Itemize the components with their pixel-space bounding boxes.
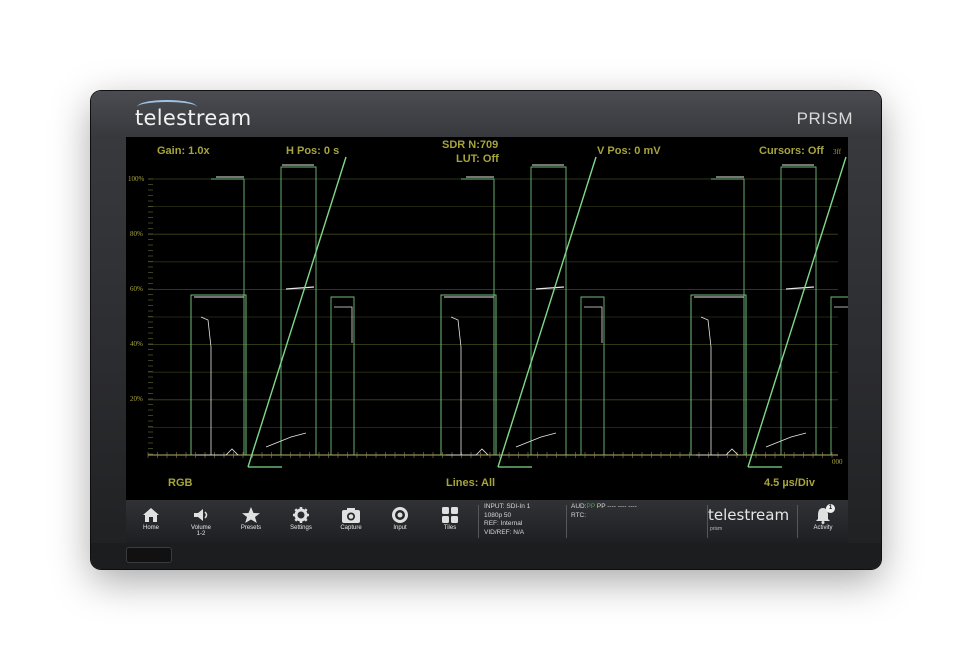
trace-white <box>196 448 239 456</box>
graticule <box>147 178 838 458</box>
trace-green <box>580 296 605 455</box>
star-icon <box>242 507 260 523</box>
audio-status: PP ---- ---- ---- <box>596 503 637 510</box>
input-button[interactable]: Input <box>380 503 420 541</box>
timebase-readout[interactable]: 4.5 µs/Div <box>764 477 815 489</box>
trace-white <box>450 316 462 455</box>
scale-40: 40% <box>130 340 143 348</box>
trace-green <box>830 296 848 455</box>
trace-white <box>700 316 712 455</box>
activity-button[interactable]: 1 Activity <box>806 504 840 531</box>
home-icon <box>143 508 159 522</box>
trace-green <box>440 294 497 455</box>
trace-white <box>765 432 807 448</box>
lut-readout: LUT: Off <box>456 153 499 165</box>
speaker-icon <box>194 509 208 521</box>
color-mode[interactable]: RGB <box>168 477 192 489</box>
toolbar-logo-sub: prism <box>710 526 723 532</box>
toolbar-logo: telestream <box>708 506 790 524</box>
scale-60: 60% <box>130 285 143 293</box>
input-info: INPUT: SDI-In 1 1080p 50 REF: Internal V… <box>484 503 531 536</box>
input-icon <box>392 507 408 523</box>
trace-green <box>690 294 747 455</box>
lines-readout[interactable]: Lines: All <box>446 477 495 489</box>
cursors-readout: Cursors: Off <box>759 145 824 157</box>
audio-info: AUD:PP PP ---- ---- ---- RTC: <box>571 503 637 519</box>
home-button[interactable]: Home <box>131 503 171 541</box>
trace-white <box>265 432 307 448</box>
tick-top-right: 3ff <box>833 148 842 156</box>
trace-white <box>200 316 212 455</box>
device-bezel: telestream PRISM Gain: 1.0x H Pos: 0 s S… <box>91 91 881 569</box>
separator <box>478 505 479 538</box>
camera-icon <box>342 508 360 523</box>
tick-bottom-right: 000 <box>832 458 843 466</box>
bezel-footer <box>91 543 881 569</box>
trace-green <box>780 166 817 455</box>
scale-80: 80% <box>130 230 143 238</box>
scale-20: 20% <box>130 395 143 403</box>
trace-green <box>190 294 247 455</box>
trace-green <box>530 166 567 455</box>
volume-button[interactable]: Volume 1-2 <box>181 503 221 541</box>
scale-100: 100% <box>128 175 145 183</box>
trace-green <box>330 296 355 455</box>
separator <box>566 505 567 538</box>
activity-badge: 1 <box>826 504 835 513</box>
trace-white <box>334 306 353 343</box>
bottom-toolbar: Home Volume 1-2 Presets Settings Capture <box>126 500 848 543</box>
separator <box>797 505 798 538</box>
vpos-readout: V Pos: 0 mV <box>597 145 661 157</box>
waveform-display <box>147 156 848 468</box>
tiles-button[interactable]: Tiles <box>430 503 470 541</box>
capture-button[interactable]: Capture <box>331 503 371 541</box>
waveform-screen[interactable]: Gain: 1.0x H Pos: 0 s SDR N:709 LUT: Off… <box>126 137 848 543</box>
trace-white <box>584 306 603 343</box>
trace-white <box>535 286 565 290</box>
trace-white <box>785 286 815 290</box>
trace-white <box>285 286 315 290</box>
sdr-readout: SDR N:709 <box>442 139 499 151</box>
model-name: PRISM <box>796 109 853 128</box>
trace-green <box>280 166 317 455</box>
trace-white <box>696 448 739 456</box>
hpos-readout: H Pos: 0 s <box>286 145 340 157</box>
tiles-icon <box>442 507 458 523</box>
hardware-button[interactable] <box>126 547 172 563</box>
telestream-logo: telestream <box>135 100 252 130</box>
waveform-traces <box>190 156 848 468</box>
trace-white <box>515 432 557 448</box>
presets-button[interactable]: Presets <box>231 503 271 541</box>
gain-readout: Gain: 1.0x <box>157 145 210 157</box>
trace-white <box>834 306 848 308</box>
settings-button[interactable]: Settings <box>281 503 321 541</box>
gear-icon <box>293 507 309 523</box>
